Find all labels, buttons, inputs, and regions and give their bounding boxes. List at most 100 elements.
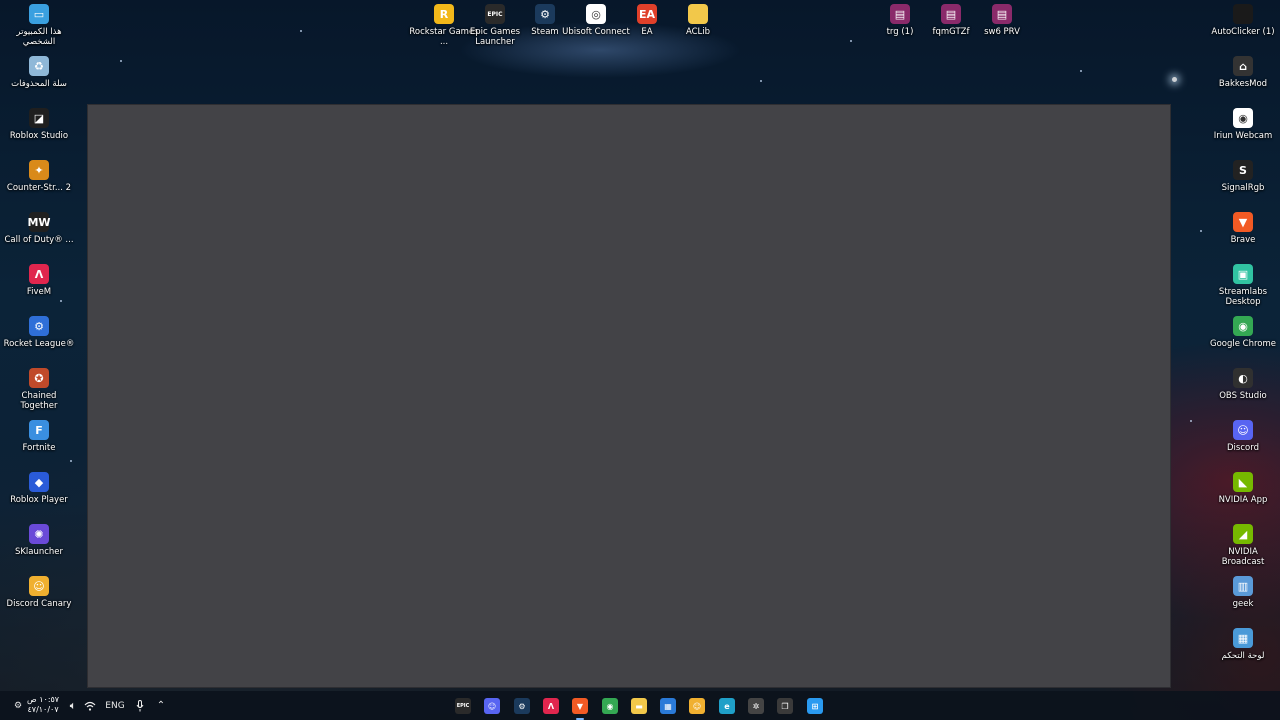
desktop-shortcut[interactable]: ◐ OBS Studio: [1206, 368, 1280, 401]
desktop-shortcut[interactable]: ◉ Iriun Webcam: [1206, 108, 1280, 141]
shortcut-label: Chained Together: [20, 391, 58, 411]
desktop-shortcut[interactable]: ◣ NVIDIA App: [1206, 472, 1280, 505]
shortcut-label: trg (1): [886, 27, 914, 37]
shortcut-label: Roblox Studio: [9, 131, 69, 141]
taskbar: ⚙ ١٠:٥٧ ص ٤٧/١٠/٠٧ 🔈︎ ENG ⌃ EPIC ☺ ⚙ Λ ▼ ◉ ▬ ▦ ☺…: [0, 691, 1280, 720]
desktop-shortcut[interactable]: ☺ Discord: [1206, 420, 1280, 453]
shortcut-label: Rocket League®: [3, 339, 75, 349]
folder-icon: ▬: [631, 698, 647, 714]
blank-app-window[interactable]: [88, 105, 1170, 687]
shortcut-label: NVIDIA Broadcast: [1221, 547, 1265, 567]
nvidia-broadcast-icon: ◢: [1233, 524, 1253, 544]
desktop-shortcut[interactable]: ▼ Brave: [1206, 212, 1280, 245]
winrar-archive-icon: ▤: [992, 4, 1012, 24]
shortcut-label: FiveM: [26, 287, 52, 297]
steam-icon: ⚙: [535, 4, 555, 24]
computer-icon: ▭: [29, 4, 49, 24]
bakkesmod-icon: ⌂: [1233, 56, 1253, 76]
taskbar-app-fivem[interactable]: Λ: [540, 695, 562, 717]
desktop-shortcut[interactable]: ACLib: [661, 4, 735, 37]
desktop-shortcut[interactable]: ◢ NVIDIA Broadcast: [1206, 524, 1280, 567]
microphone-icon[interactable]: [132, 691, 148, 720]
desktop-shortcut[interactable]: ♻ سلة المحذوفات: [2, 56, 76, 89]
shortcut-label: Steam: [531, 27, 559, 37]
desktop-shortcut[interactable]: ⚙ Rocket League®: [2, 316, 76, 349]
taskbar-app-start[interactable]: ⊞: [804, 695, 826, 717]
control-panel-icon: ▦: [1233, 628, 1253, 648]
shortcut-label: sw6 PRV: [984, 27, 1020, 37]
desktop-shortcut[interactable]: Λ FiveM: [2, 264, 76, 297]
shortcut-label: BakkesMod: [1218, 79, 1268, 89]
desktop-shortcut[interactable]: ▤ sw6 PRV: [965, 4, 1039, 37]
shortcut-label: geek: [1232, 599, 1254, 609]
desktop-shortcut[interactable]: MW Call of Duty® ...: [2, 212, 76, 245]
winrar-archive-icon: ▤: [941, 4, 961, 24]
rocket-league-icon: ⚙: [29, 316, 49, 336]
edge-icon: e: [719, 698, 735, 714]
winrar-archive-icon: ▤: [890, 4, 910, 24]
taskbar-app-chrome[interactable]: ◉: [599, 695, 621, 717]
desktop-shortcut[interactable]: ▣ Streamlabs Desktop: [1206, 264, 1280, 307]
epic-games-icon: EPIC: [485, 4, 505, 24]
nvidia-app-icon: ◣: [1233, 472, 1253, 492]
taskbar-app-steelseries[interactable]: ✲: [745, 695, 767, 717]
desktop-shortcut[interactable]: ✪ Chained Together: [2, 368, 76, 411]
taskbar-app-task-view[interactable]: ❐: [774, 695, 796, 717]
chrome-icon: ◉: [602, 698, 618, 714]
task-view-icon: ❐: [777, 698, 793, 714]
sklauncher-icon: ✺: [29, 524, 49, 544]
discord-icon: ☺: [484, 698, 500, 714]
desktop-shortcut[interactable]: AutoClicker (1): [1206, 4, 1280, 37]
shortcut-label: Call of Duty® ...: [4, 235, 74, 245]
desktop-shortcut[interactable]: ◉ Google Chrome: [1206, 316, 1280, 349]
shortcut-label: Google Chrome: [1209, 339, 1277, 349]
desktop-shortcut[interactable]: ✺ SKlauncher: [2, 524, 76, 557]
desktop-shortcut[interactable]: F Fortnite: [2, 420, 76, 453]
fivem-icon: Λ: [543, 698, 559, 714]
taskbar-app-brave[interactable]: ▼: [569, 695, 591, 720]
taskbar-app-discord[interactable]: ☺: [481, 695, 503, 717]
steam-icon: ⚙: [514, 698, 530, 714]
taskbar-app-microsoft-store[interactable]: ▦: [657, 695, 679, 717]
shortcut-label: NVIDIA App: [1218, 495, 1268, 505]
shortcut-label: Fortnite: [22, 443, 56, 453]
fortnite-icon: F: [29, 420, 49, 440]
counter-strike-icon: ✦: [29, 160, 49, 180]
chrome-icon: ◉: [1233, 316, 1253, 336]
taskbar-app-discord-canary[interactable]: ☺: [686, 695, 708, 717]
call-of-duty-icon: MW: [27, 212, 51, 232]
shortcut-label: Discord: [1227, 443, 1259, 453]
shortcut-label: ACLib: [685, 27, 711, 37]
windows-start-icon: ⊞: [807, 698, 823, 714]
desktop-shortcut[interactable]: ▥ geek: [1206, 576, 1280, 609]
taskbar-app-file-explorer[interactable]: ▬: [628, 695, 650, 717]
geek-uninstaller-icon: ▥: [1233, 576, 1253, 596]
shortcut-label: Counter-Str... 2: [6, 183, 72, 193]
volume-icon[interactable]: 🔈︎: [64, 691, 82, 720]
clock[interactable]: ١٠:٥٧ ص ٤٧/١٠/٠٧: [27, 695, 59, 715]
desktop-shortcut[interactable]: ▦ لوحة التحكم: [1206, 628, 1280, 661]
settings-icon[interactable]: ⚙: [10, 691, 26, 720]
desktop-shortcut[interactable]: ▭ هذا الكمبيوتر الشخصي: [2, 4, 76, 47]
shortcut-label: SKlauncher: [14, 547, 64, 557]
signalrgb-icon: S: [1233, 160, 1253, 180]
desktop-shortcut[interactable]: ✦ Counter-Str... 2: [2, 160, 76, 193]
shortcut-label: Brave: [1230, 235, 1256, 245]
taskbar-app-epic-games[interactable]: EPIC: [452, 695, 474, 717]
recycle-bin-icon: ♻: [29, 56, 49, 76]
desktop-shortcut[interactable]: ◪ Roblox Studio: [2, 108, 76, 141]
brave-icon: ▼: [1233, 212, 1253, 232]
shortcut-label: OBS Studio: [1219, 391, 1267, 401]
shortcut-label: Iriun Webcam: [1213, 131, 1273, 141]
desktop-shortcut[interactable]: S SignalRgb: [1206, 160, 1280, 193]
desktop-shortcut[interactable]: ⌂ BakkesMod: [1206, 56, 1280, 89]
language-indicator[interactable]: ENG: [104, 691, 126, 720]
rockstar-games-icon: R: [434, 4, 454, 24]
desktop-shortcut[interactable]: ☺ Discord Canary: [2, 576, 76, 609]
taskbar-app-steam[interactable]: ⚙: [511, 695, 533, 717]
wifi-icon[interactable]: [82, 691, 98, 720]
store-icon: ▦: [660, 698, 676, 714]
taskbar-app-edge[interactable]: e: [716, 695, 738, 717]
desktop-shortcut[interactable]: ◆ Roblox Player: [2, 472, 76, 505]
chevron-up-icon[interactable]: ⌃: [153, 691, 169, 720]
